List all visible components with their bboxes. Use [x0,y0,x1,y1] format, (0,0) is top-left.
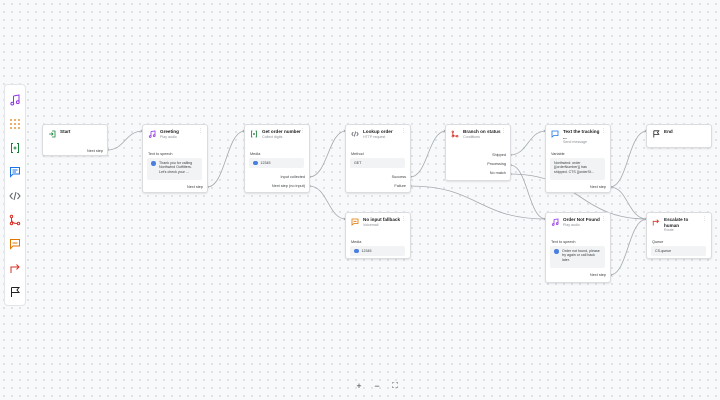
music-note-icon [148,130,156,138]
queue-value: CS-queue [655,248,672,253]
node-header: Text the tracking ... Send message [551,129,602,144]
node-header: End [652,129,703,143]
media-chip: 12345 [249,158,304,168]
node-header: Greeting Play audio [148,129,199,143]
media-chip: 12345 [350,246,405,256]
node-title: Start [60,129,71,134]
method-chip: GET [350,158,405,168]
play-icon[interactable] [253,160,258,166]
field-label: Media [351,240,362,244]
node-text-tracking[interactable]: Text the tracking ... Send message ⋮ Vari… [545,124,611,193]
node-subtitle: Play audio [563,222,580,227]
zoom-in-button[interactable]: + [353,380,365,392]
flow-connections [105,129,648,277]
transfer-arrow-icon [652,218,660,226]
port-shipped[interactable]: Shipped [492,153,506,157]
field-label: Text to speech [551,240,576,244]
node-subtitle: Collect digits [262,134,283,139]
node-lookup-order[interactable]: Lookup order HTTP request ⋮ Method GET Su… [345,124,411,193]
node-title: Get order number [262,129,301,134]
more-vert-icon[interactable]: ⋮ [601,217,606,222]
node-title: Branch on status [463,129,501,134]
node-title: Greeting [160,129,179,134]
field-label: Queue [652,240,664,244]
more-vert-icon[interactable]: ⋮ [401,129,406,134]
node-get-order-number[interactable]: Get order number Collect digits ⋮ Media 1… [244,124,310,193]
branch-icon [451,130,459,138]
queue-chip: CS-queue [651,246,706,256]
port-processing[interactable]: Processing [487,162,506,166]
port-success[interactable]: Success [392,175,406,179]
variable-preview: Northwind: order {{orderNumber}} has shi… [550,158,605,180]
port-no-match[interactable]: No match [490,171,506,175]
tts-text: Thank you for calling Northwind Outfitte… [159,161,193,174]
field-label: Text to speech [148,152,173,156]
more-vert-icon[interactable]: ⋮ [198,129,203,134]
code-icon [351,130,359,138]
node-escalate-to-human[interactable]: Escalate to human Route ⋮ Queue CS-queue [646,212,712,259]
node-header: Branch on status Conditions [451,129,502,143]
field-label: Media [250,152,261,156]
tts-text: Order not found, please try again or cal… [562,249,600,262]
node-header: Escalate to human Route [652,217,703,232]
more-vert-icon[interactable]: ⋮ [300,129,305,134]
node-order-not-found[interactable]: Order Not Found Play audio ⋮ Text to spee… [545,212,611,283]
node-title: Text the tracking ... [563,129,600,140]
flag-icon [652,130,660,138]
port-next-step[interactable]: Next step [590,273,606,277]
media-value: 12345 [260,160,271,165]
node-greeting[interactable]: Greeting Play audio ⋮ Text to speech Than… [142,124,208,193]
node-title: Escalate to human [664,217,689,228]
field-label: Variable [551,152,565,156]
node-title: No input fallback [363,217,401,222]
field-label: Method [351,152,364,156]
music-note-icon [551,218,559,226]
variable-brackets-icon [250,130,258,138]
node-header: No input fallback Voicemail [351,217,402,231]
node-title: End [664,129,673,134]
start-entry-icon [48,130,56,138]
more-vert-icon[interactable]: ⋮ [601,129,606,134]
node-branch-on-status[interactable]: Branch on status Conditions ⋮ Shipped Pro… [445,124,511,181]
method-value: GET [354,160,362,165]
port-no-input[interactable]: Next step (no input) [272,184,305,188]
port-next-step[interactable]: Next step [590,185,606,189]
more-vert-icon[interactable]: ⋮ [401,217,406,222]
zoom-out-button[interactable]: − [371,380,383,392]
port-input-collected[interactable]: Input collected [281,175,306,179]
more-vert-icon[interactable]: ⋮ [501,129,506,134]
node-header: Lookup order HTTP request [351,129,402,143]
media-value: 12345 [361,248,372,253]
play-icon[interactable] [151,161,156,166]
more-vert-icon[interactable]: ⋮ [702,217,707,222]
node-header: Order Not Found Play audio [551,217,602,231]
node-no-input-fallback[interactable]: No input fallback Voicemail ⋮ Media 12345 [345,212,411,259]
node-subtitle: HTTP request [363,134,386,139]
port-failure[interactable]: Failure [394,184,406,188]
tts-preview: Order not found, please try again or cal… [550,246,605,268]
node-subtitle: Conditions [463,134,480,139]
node-title: Lookup order [363,129,393,134]
port-next-step[interactable]: Next step [187,185,203,189]
node-header: Start [48,129,99,143]
node-subtitle: Play audio [160,134,177,139]
play-icon[interactable] [554,249,559,254]
tts-preview: Thank you for calling Northwind Outfitte… [147,158,202,180]
node-header: Get order number Collect digits [250,129,301,143]
node-start[interactable]: Start Next step [42,124,108,156]
node-title: Order Not Found [563,217,600,222]
play-icon[interactable] [354,248,359,254]
port-next-step[interactable]: Next step [87,149,103,153]
node-end[interactable]: End [646,124,712,148]
node-subtitle: Send message [563,140,587,144]
message-icon [551,130,559,138]
fit-view-button[interactable]: ⛶ [389,380,401,392]
node-subtitle: Voicemail [363,222,379,227]
voicemail-icon [351,218,359,226]
node-subtitle: Route [664,228,674,232]
